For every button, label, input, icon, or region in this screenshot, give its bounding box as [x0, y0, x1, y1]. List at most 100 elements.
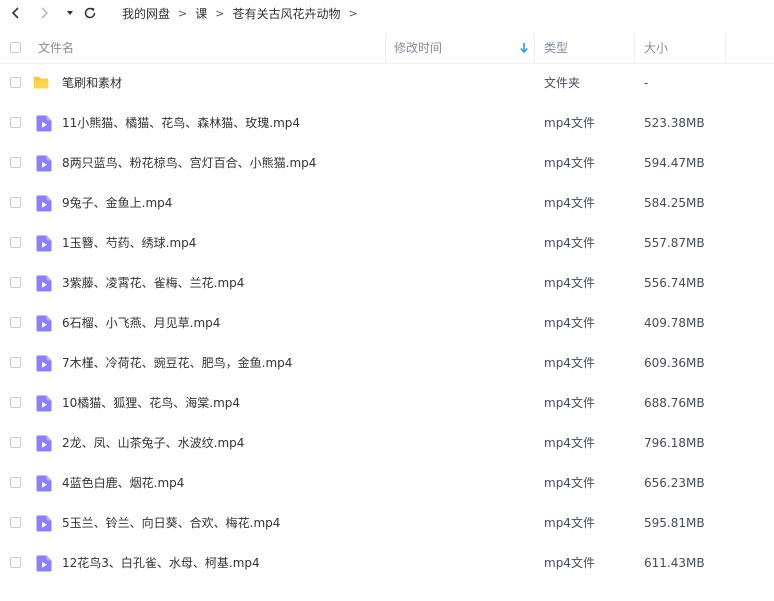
file-size: 609.36MB	[644, 356, 705, 370]
file-type: 文件夹	[544, 76, 581, 90]
video-file-icon	[36, 355, 52, 372]
file-row[interactable]: 10橘猫、狐狸、花鸟、海棠.mp4 mp4文件 688.76MB	[0, 383, 774, 423]
file-row[interactable]: 3紫藤、凌霄花、雀梅、兰花.mp4 mp4文件 556.74MB	[0, 263, 774, 303]
file-name[interactable]: 8两只蓝鸟、粉花椋鸟、宫灯百合、小熊猫.mp4	[62, 143, 316, 183]
file-size: 523.38MB	[644, 116, 705, 130]
file-type: mp4文件	[544, 316, 595, 330]
chevron-left-icon	[11, 7, 19, 19]
refresh-button[interactable]	[80, 3, 100, 23]
row-checkbox[interactable]	[10, 517, 21, 528]
video-file-icon	[36, 435, 52, 452]
file-row[interactable]: 7木槿、冷荷花、豌豆花、肥鸟，金鱼.mp4 mp4文件 609.36MB	[0, 343, 774, 383]
row-checkbox[interactable]	[10, 557, 21, 568]
video-file-icon	[36, 515, 52, 532]
file-row[interactable]: 6石榴、小飞燕、月见草.mp4 mp4文件 409.78MB	[0, 303, 774, 343]
video-file-icon	[36, 555, 52, 572]
file-name[interactable]: 9兔子、金鱼上.mp4	[62, 183, 172, 223]
column-header-modified[interactable]: 修改时间	[394, 33, 442, 63]
column-header-size[interactable]: 大小	[644, 33, 668, 63]
row-checkbox[interactable]	[10, 157, 21, 168]
top-bar: 我的网盘 > 课 > 苍有关古风花卉动物 >	[0, 0, 774, 28]
file-type: mp4文件	[544, 156, 595, 170]
file-size: 656.23MB	[644, 476, 705, 490]
file-type: mp4文件	[544, 436, 595, 450]
file-size: 611.43MB	[644, 556, 705, 570]
file-size: 409.78MB	[644, 316, 705, 330]
row-checkbox[interactable]	[10, 277, 21, 288]
file-type: mp4文件	[544, 356, 595, 370]
file-row[interactable]: 8两只蓝鸟、粉花椋鸟、宫灯百合、小熊猫.mp4 mp4文件 594.47MB	[0, 143, 774, 183]
column-divider[interactable]	[634, 33, 635, 63]
file-type: mp4文件	[544, 556, 595, 570]
file-size: 556.74MB	[644, 276, 705, 290]
file-name[interactable]: 10橘猫、狐狸、花鸟、海棠.mp4	[62, 383, 240, 423]
file-name[interactable]: 1玉簪、芍药、绣球.mp4	[62, 223, 196, 263]
file-type: mp4文件	[544, 476, 595, 490]
file-row[interactable]: 12花鸟3、白孔雀、水母、柯基.mp4 mp4文件 611.43MB	[0, 543, 774, 583]
breadcrumb-item-course[interactable]: 课	[195, 5, 207, 22]
file-size: 688.76MB	[644, 396, 705, 410]
file-list-header: 文件名 修改时间 类型 大小	[0, 33, 774, 64]
file-size: 595.81MB	[644, 516, 705, 530]
video-file-icon	[36, 195, 52, 212]
file-name[interactable]: 12花鸟3、白孔雀、水母、柯基.mp4	[62, 543, 260, 583]
file-row[interactable]: 2龙、凤、山茶兔子、水波纹.mp4 mp4文件 796.18MB	[0, 423, 774, 463]
history-dropdown-button[interactable]	[60, 3, 80, 23]
video-file-icon	[36, 155, 52, 172]
row-checkbox[interactable]	[10, 117, 21, 128]
row-checkbox[interactable]	[10, 397, 21, 408]
forward-button[interactable]	[34, 3, 54, 23]
row-checkbox[interactable]	[10, 237, 21, 248]
column-header-type[interactable]: 类型	[544, 33, 568, 63]
file-name[interactable]: 11小熊猫、橘猫、花鸟、森林猫、玫瑰.mp4	[62, 103, 300, 143]
chevron-right-icon	[41, 7, 49, 19]
video-file-icon	[36, 315, 52, 332]
caret-down-icon	[67, 11, 73, 15]
video-file-icon	[36, 275, 52, 292]
file-row[interactable]: 1玉簪、芍药、绣球.mp4 mp4文件 557.87MB	[0, 223, 774, 263]
file-size: 557.87MB	[644, 236, 705, 250]
file-name[interactable]: 3紫藤、凌霄花、雀梅、兰花.mp4	[62, 263, 244, 303]
sort-descending-icon[interactable]	[519, 42, 529, 54]
column-header-name[interactable]: 文件名	[38, 33, 74, 63]
video-file-icon	[36, 475, 52, 492]
file-size: -	[644, 76, 649, 90]
breadcrumb-separator: >	[348, 7, 358, 20]
row-checkbox[interactable]	[10, 317, 21, 328]
file-row[interactable]: 9兔子、金鱼上.mp4 mp4文件 584.25MB	[0, 183, 774, 223]
row-checkbox[interactable]	[10, 357, 21, 368]
column-divider[interactable]	[534, 33, 535, 63]
file-name[interactable]: 2龙、凤、山茶兔子、水波纹.mp4	[62, 423, 244, 463]
file-name[interactable]: 7木槿、冷荷花、豌豆花、肥鸟，金鱼.mp4	[62, 343, 292, 383]
back-button[interactable]	[6, 3, 26, 23]
file-row[interactable]: 4蓝色白鹿、烟花.mp4 mp4文件 656.23MB	[0, 463, 774, 503]
file-name[interactable]: 6石榴、小飞燕、月见草.mp4	[62, 303, 220, 343]
row-checkbox[interactable]	[10, 77, 21, 88]
file-row[interactable]: 5玉兰、铃兰、向日葵、合欢、梅花.mp4 mp4文件 595.81MB	[0, 503, 774, 543]
column-divider[interactable]	[385, 33, 386, 63]
breadcrumb-separator: >	[215, 7, 225, 20]
select-all-checkbox[interactable]	[10, 42, 21, 53]
video-file-icon	[36, 235, 52, 252]
file-type: mp4文件	[544, 236, 595, 250]
video-file-icon	[36, 115, 52, 132]
file-type: mp4文件	[544, 396, 595, 410]
breadcrumb-item-current-folder[interactable]: 苍有关古风花卉动物	[232, 5, 340, 22]
breadcrumb-separator: >	[178, 7, 188, 20]
file-name[interactable]: 4蓝色白鹿、烟花.mp4	[62, 463, 184, 503]
row-checkbox[interactable]	[10, 437, 21, 448]
file-row[interactable]: 11小熊猫、橘猫、花鸟、森林猫、玫瑰.mp4 mp4文件 523.38MB	[0, 103, 774, 143]
row-checkbox[interactable]	[10, 197, 21, 208]
row-checkbox[interactable]	[10, 477, 21, 488]
refresh-icon	[84, 7, 96, 19]
file-name[interactable]: 5玉兰、铃兰、向日葵、合欢、梅花.mp4	[62, 503, 280, 543]
column-divider[interactable]	[725, 33, 726, 63]
file-type: mp4文件	[544, 276, 595, 290]
file-size: 594.47MB	[644, 156, 705, 170]
file-name[interactable]: 笔刷和素材	[62, 63, 122, 103]
breadcrumb-item-my-drive[interactable]: 我的网盘	[122, 5, 170, 22]
video-file-icon	[36, 395, 52, 412]
folder-row[interactable]: 笔刷和素材 文件夹 -	[0, 63, 774, 103]
breadcrumb: 我的网盘 > 课 > 苍有关古风花卉动物 >	[122, 5, 366, 22]
file-size: 584.25MB	[644, 196, 705, 210]
